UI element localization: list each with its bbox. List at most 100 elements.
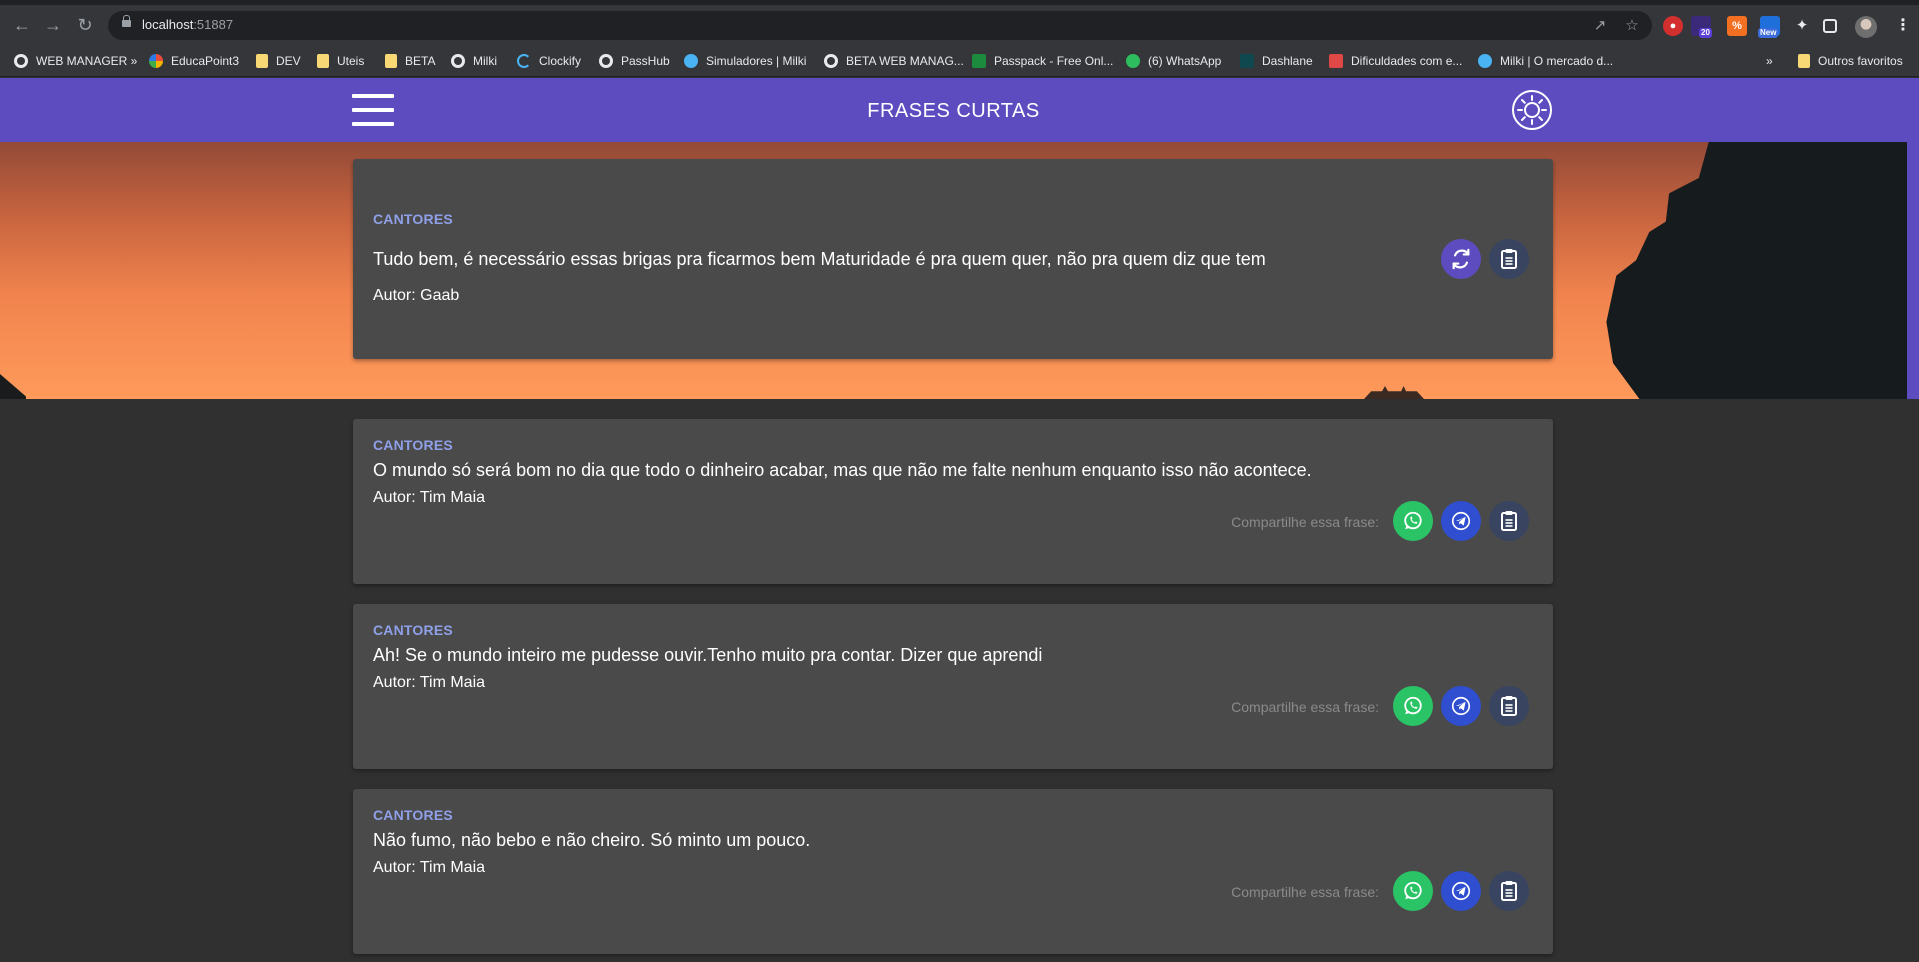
profile-avatar[interactable]: [1855, 16, 1877, 38]
reload-icon[interactable]: ↻: [73, 13, 97, 37]
folder-icon: [256, 54, 268, 68]
url-text: localhost:51887: [142, 17, 233, 32]
extension-percent-icon[interactable]: %: [1727, 16, 1747, 36]
rock-silhouette: [1606, 142, 1907, 399]
whatsapp-share-icon[interactable]: [1393, 501, 1433, 541]
more-bookmarks-chevron-icon[interactable]: »: [1766, 52, 1773, 70]
theme-toggle-sun-icon[interactable]: [1512, 90, 1552, 130]
phrase-category: CANTORES: [373, 437, 453, 453]
phrase-card: CANTORES Ah! Se o mundo inteiro me pudes…: [353, 604, 1553, 769]
phrase-category: CANTORES: [373, 211, 453, 227]
extension-purple-icon[interactable]: 20: [1691, 16, 1712, 38]
shore-silhouette: [0, 374, 26, 399]
bookmark-dificuldades[interactable]: Dificuldades com e...: [1329, 52, 1462, 70]
back-arrow-icon[interactable]: ←: [10, 13, 34, 37]
bookmark-beta-web-manager[interactable]: BETA WEB MANAG...: [824, 52, 964, 70]
phrase-text: Não fumo, não bebo e não cheiro. Só mint…: [373, 830, 811, 850]
bookmark-label: Dashlane: [1262, 54, 1313, 68]
lock-icon: [122, 15, 131, 30]
phrase-author: Autor: Tim Maia: [373, 674, 486, 691]
phrase-author: Autor: Tim Maia: [373, 489, 486, 506]
bookmark-label: Outros favoritos: [1818, 54, 1903, 68]
folder-icon: [385, 54, 397, 68]
clipboard-copy-icon[interactable]: [1489, 501, 1529, 541]
educapoint-icon: [149, 54, 163, 68]
scrollbar[interactable]: [1907, 142, 1919, 399]
phrase-text: O mundo só será bom no dia que todo o di…: [373, 460, 1312, 480]
bookmark-educapoint[interactable]: EducaPoint3: [149, 52, 239, 70]
extension-badge: 20: [1699, 28, 1712, 38]
star-icon[interactable]: ☆: [1622, 16, 1642, 36]
bookmark-label: Uteis: [337, 54, 365, 68]
bookmark-label: EducaPoint3: [171, 54, 240, 68]
telegram-share-icon[interactable]: [1441, 501, 1481, 541]
bookmark-label: DEV: [276, 54, 301, 68]
refresh-icon[interactable]: [1441, 239, 1481, 279]
phrase-text: Ah! Se o mundo inteiro me pudesse ouvir.…: [373, 645, 1043, 665]
bookmark-passpack[interactable]: Passpack - Free Onl...: [972, 52, 1113, 70]
whatsapp-icon: [1126, 54, 1140, 68]
extension-red-icon[interactable]: ●: [1663, 16, 1683, 36]
bookmark-other-favorites[interactable]: Outros favoritos: [1798, 52, 1903, 70]
bookmark-label: Simuladores | Milki: [706, 54, 807, 68]
side-panel-icon[interactable]: [1823, 19, 1837, 33]
globe-icon: [824, 54, 838, 68]
page-title: FRASES CURTAS: [867, 100, 1040, 122]
globe-icon: [451, 54, 465, 68]
phrase-author: Autor: Tim Maia: [373, 859, 486, 876]
phrase-card: CANTORES O mundo só será bom no dia que …: [353, 419, 1553, 584]
whatsapp-share-icon[interactable]: [1393, 871, 1433, 911]
bookmark-label: (6) WhatsApp: [1148, 54, 1222, 68]
bookmark-web-manager[interactable]: WEB MANAGER »: [14, 52, 137, 70]
boat-silhouette: [1364, 386, 1424, 399]
more-vert-icon[interactable]: ⋮: [1893, 16, 1913, 36]
telegram-share-icon[interactable]: [1441, 686, 1481, 726]
clipboard-copy-icon[interactable]: [1489, 871, 1529, 911]
phrase-author: Autor: Gaab: [373, 287, 460, 304]
share-label: Compartilhe essa frase:: [1231, 699, 1379, 715]
forward-arrow-icon[interactable]: →: [41, 13, 65, 37]
clockify-icon: [517, 54, 531, 68]
bookmark-milki[interactable]: Milki: [451, 52, 497, 70]
dificuldades-icon: [1329, 54, 1343, 68]
clipboard-copy-icon[interactable]: [1489, 239, 1529, 279]
bookmark-label: BETA WEB MANAG...: [846, 54, 964, 68]
bookmark-whatsapp[interactable]: (6) WhatsApp: [1126, 52, 1221, 70]
extension-new-icon[interactable]: New: [1758, 16, 1780, 38]
bookmark-beta[interactable]: BETA: [385, 52, 435, 70]
telegram-share-icon[interactable]: [1441, 871, 1481, 911]
puzzle-extensions-icon[interactable]: ✦: [1792, 16, 1812, 36]
globe-icon: [599, 54, 613, 68]
globe-icon: [14, 54, 28, 68]
share-icon[interactable]: ↗: [1590, 16, 1610, 36]
passpack-icon: [972, 54, 986, 68]
bookmark-passhub[interactable]: PassHub: [599, 52, 670, 70]
phrase-category: CANTORES: [373, 622, 453, 638]
bookmark-label: Milki | O mercado d...: [1500, 54, 1614, 68]
share-label: Compartilhe essa frase:: [1231, 884, 1379, 900]
bookmark-label: Clockify: [539, 54, 582, 68]
clipboard-copy-icon[interactable]: [1489, 686, 1529, 726]
bookmark-milki-mercado[interactable]: Milki | O mercado d...: [1478, 52, 1613, 70]
extension-new-badge: New: [1758, 28, 1779, 38]
bookmark-label: Milki: [473, 54, 497, 68]
phrase-category: CANTORES: [373, 807, 453, 823]
bookmark-label: Dificuldades com e...: [1351, 54, 1463, 68]
whatsapp-share-icon[interactable]: [1393, 686, 1433, 726]
browser-toolbar: ← → ↻ localhost:51887 ↗ ☆ ● 20 % New ✦ ⋮: [0, 5, 1919, 45]
bookmark-clockify[interactable]: Clockify: [517, 52, 581, 70]
phrase-card: CANTORES Não fumo, não bebo e não cheiro…: [353, 789, 1553, 954]
phrase-text: Tudo bem, é necessário essas brigas pra …: [373, 249, 1266, 269]
url-port: :51887: [193, 17, 234, 32]
dashlane-icon: [1240, 54, 1254, 68]
featured-phrase-card: CANTORES Tudo bem, é necessário essas br…: [353, 159, 1553, 359]
bookmark-label: Passpack - Free Onl...: [994, 54, 1114, 68]
bookmark-label: PassHub: [621, 54, 670, 68]
bookmark-dashlane[interactable]: Dashlane: [1240, 52, 1313, 70]
milki-icon: [1478, 54, 1492, 68]
bookmark-dev[interactable]: DEV: [256, 52, 301, 70]
bookmark-simuladores[interactable]: Simuladores | Milki: [684, 52, 806, 70]
bookmark-uteis[interactable]: Uteis: [317, 52, 364, 70]
address-bar[interactable]: localhost:51887 ↗ ☆: [108, 11, 1652, 40]
folder-icon: [317, 54, 329, 68]
